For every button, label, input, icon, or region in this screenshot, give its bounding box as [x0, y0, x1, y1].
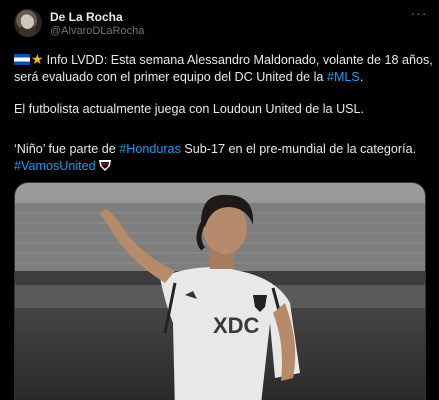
hashtag-link[interactable]: #MLS — [327, 70, 360, 84]
photo-illustration: XDC — [15, 183, 425, 400]
tweet-paragraph-3: ‘Niño’ fue parte de #Honduras Sub-17 en … — [14, 141, 434, 175]
tweet-text: ‘Niño’ fue parte de — [14, 142, 120, 156]
hashtag-link[interactable]: #VamosUnited — [14, 159, 96, 173]
author-handle[interactable]: @AlvaroDLaRocha — [50, 25, 144, 37]
jersey-sponsor-text: XDC — [213, 313, 260, 338]
tweet-paragraph-1: ★ Info LVDD: Esta semana Alessandro Maldo… — [14, 52, 434, 86]
avatar[interactable] — [14, 9, 42, 37]
tweet-text: Info LVDD: Esta semana Alessandro Maldon… — [14, 53, 433, 84]
tweet-paragraph-2: El futbolista actualmente juega con Loud… — [14, 102, 365, 116]
more-options-icon[interactable]: ··· — [410, 6, 428, 22]
tweet-text: Sub-17 en el pre-mundial de la categoría… — [180, 142, 417, 156]
star-icon: ★ — [31, 51, 44, 67]
honduras-flag-icon — [14, 54, 30, 65]
tweet-card[interactable]: De La Rocha @AlvaroDLaRocha ··· ★ Info LV… — [0, 0, 439, 400]
tweet-photo[interactable]: XDC — [14, 182, 426, 400]
hashtag-link[interactable]: #Honduras — [119, 142, 181, 156]
author-name[interactable]: De La Rocha — [50, 10, 123, 24]
dc-united-crest-icon — [98, 159, 112, 172]
tweet-text: . — [359, 70, 364, 84]
